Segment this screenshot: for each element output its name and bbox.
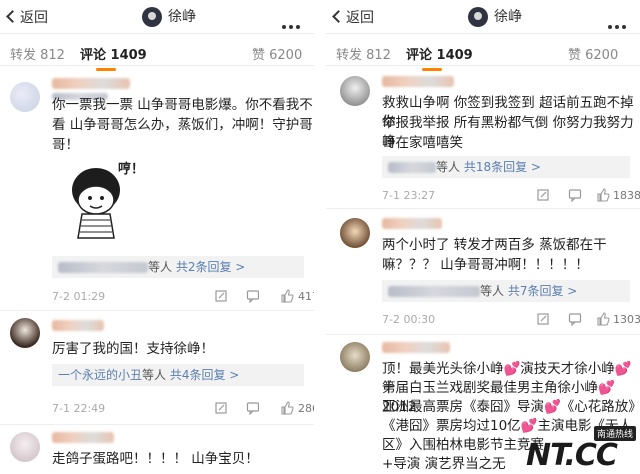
back-label: 返回: [346, 10, 374, 26]
tab-likes[interactable]: 赞 6200: [252, 44, 302, 63]
back-button[interactable]: 返回: [6, 7, 48, 27]
reply-count-link[interactable]: 共18条回复 >: [464, 160, 541, 174]
comment-text-line: 嘛？？？ 山争哥哥冲啊！！！！！: [382, 257, 589, 273]
divider: [0, 424, 314, 425]
weibo-panel-right: 返回 徐峥 转发 812 评论 1409 赞 6200 救救山争啊 你签到我签到…: [326, 0, 640, 474]
comment-text-line: 看 山争哥哥怎么办，蒸饭们，冲啊！守护哥: [52, 117, 313, 133]
reply-users-redacted: [58, 262, 148, 273]
tab-repost[interactable]: 转发 812: [336, 44, 391, 63]
tab-comments[interactable]: 评论 1409: [406, 44, 473, 71]
chevron-left-icon: [6, 10, 19, 23]
comment-text-line: +导演 演艺界当之无: [382, 456, 506, 472]
reply-count-link[interactable]: 共4条回复 >: [170, 368, 240, 382]
tab-comments[interactable]: 评论 1409: [80, 44, 147, 71]
tab-bar: 转发 812 评论 1409 赞 6200: [326, 40, 640, 71]
back-label: 返回: [20, 10, 48, 26]
comment-text-line: 哥！: [52, 137, 79, 153]
comment-icon[interactable]: [568, 312, 582, 326]
reply-tail: 等人: [148, 260, 173, 274]
reply-tail: 等人: [436, 160, 461, 174]
reply-summary[interactable]: 一个永远的小丑等人 共4条回复 >: [52, 364, 304, 386]
reply-tail: 等人: [142, 368, 167, 382]
page-title: 徐峥: [142, 6, 196, 27]
user-name: 徐峥: [494, 9, 522, 25]
thumbs-up-icon[interactable]: [280, 401, 294, 415]
comment-text-line: 两个小时了 转发才两百多 蒸饭都在干: [382, 237, 607, 253]
comment-icon[interactable]: [568, 188, 582, 202]
username-redacted[interactable]: [382, 76, 454, 87]
top-bar: 返回 徐峥: [0, 0, 314, 34]
username-redacted[interactable]: [52, 78, 130, 89]
avatar[interactable]: [10, 432, 40, 462]
page-title: 徐峥: [468, 6, 522, 27]
username-redacted[interactable]: [382, 218, 442, 229]
repost-icon[interactable]: [214, 289, 228, 303]
repost-icon[interactable]: [214, 401, 228, 415]
comment-text-line: 哥在家嘻嘻笑: [382, 135, 463, 151]
avatar: [468, 7, 488, 27]
reply-tail: 等人: [480, 284, 505, 298]
comment-time: 7-2 00:30: [382, 313, 436, 326]
reply-users-redacted: [388, 162, 436, 173]
more-icon[interactable]: [605, 14, 626, 33]
reply-user-link[interactable]: 一个永远的小丑: [58, 368, 142, 382]
watermark-logo: 南通热线 NT.CC: [526, 426, 638, 473]
reply-count-link[interactable]: 共2条回复 >: [176, 260, 246, 274]
comment-time: 7-1 23:27: [382, 189, 436, 202]
tab-repost[interactable]: 转发 812: [10, 44, 65, 63]
like-count: 286: [298, 402, 314, 415]
comment-text: 厉害了我的国！支持徐峥！: [52, 341, 214, 357]
reply-users-redacted: [388, 286, 480, 297]
tab-bar: 转发 812 评论 1409 赞 6200: [0, 40, 314, 71]
comment-text-line: 亚洲最高票房《泰囧》导演💕《心花路放》: [382, 399, 640, 415]
divider: [326, 208, 640, 209]
weibo-panel-left: 返回 徐峥 转发 812 评论 1409 赞 6200 你一票我一票 山争哥哥电…: [0, 0, 314, 474]
avatar[interactable]: [340, 76, 370, 106]
avatar: [142, 7, 162, 27]
like-count: 417: [298, 290, 314, 303]
comment-text: 走鸽子蛋路吧！！！！ 山争宝贝！: [52, 451, 259, 467]
repost-icon[interactable]: [536, 188, 550, 202]
username-redacted[interactable]: [52, 320, 104, 331]
panel-gap: [314, 0, 326, 474]
reply-summary[interactable]: 等人 共18条回复 >: [382, 156, 630, 178]
repost-icon[interactable]: [536, 312, 550, 326]
thumbs-up-icon[interactable]: [280, 289, 294, 303]
screenshot-stage: 返回 徐峥 转发 812 评论 1409 赞 6200 你一票我一票 山争哥哥电…: [0, 0, 640, 474]
chevron-left-icon: [332, 10, 345, 23]
username-redacted[interactable]: [52, 432, 114, 443]
comment-icon[interactable]: [246, 401, 260, 415]
sticker-caption: 哼！: [118, 162, 145, 177]
avatar[interactable]: [10, 318, 40, 348]
avatar[interactable]: [340, 218, 370, 248]
top-bar: 返回 徐峥: [326, 0, 640, 34]
more-icon[interactable]: [279, 14, 300, 33]
comment-icon[interactable]: [246, 289, 260, 303]
tab-likes[interactable]: 赞 6200: [568, 44, 618, 63]
comment-text-line: 你一票我一票 山争哥哥电影爆。你不看我不: [52, 97, 313, 113]
divider: [326, 334, 640, 335]
user-name: 徐峥: [168, 9, 196, 25]
reply-summary[interactable]: 等人 共7条回复 >: [382, 280, 630, 302]
username-redacted[interactable]: [382, 342, 450, 353]
back-button[interactable]: 返回: [332, 7, 374, 27]
like-count: 1838: [613, 189, 640, 202]
watermark-brand: NT.CC: [526, 438, 618, 473]
reply-count-link[interactable]: 共7条回复 >: [508, 284, 578, 298]
comment-time: 7-2 01:29: [52, 290, 106, 303]
like-count: 1303: [613, 313, 640, 326]
divider: [0, 310, 314, 311]
thumbs-up-icon[interactable]: [596, 188, 610, 202]
comment-text-line: 区》入围柏林电影节主竞赛: [382, 437, 544, 453]
comment-time: 7-1 22:49: [52, 402, 106, 415]
avatar[interactable]: [10, 82, 40, 112]
reply-summary[interactable]: 等人 共2条回复 >: [52, 256, 304, 278]
avatar[interactable]: [340, 342, 370, 372]
thumbs-up-icon[interactable]: [596, 312, 610, 326]
